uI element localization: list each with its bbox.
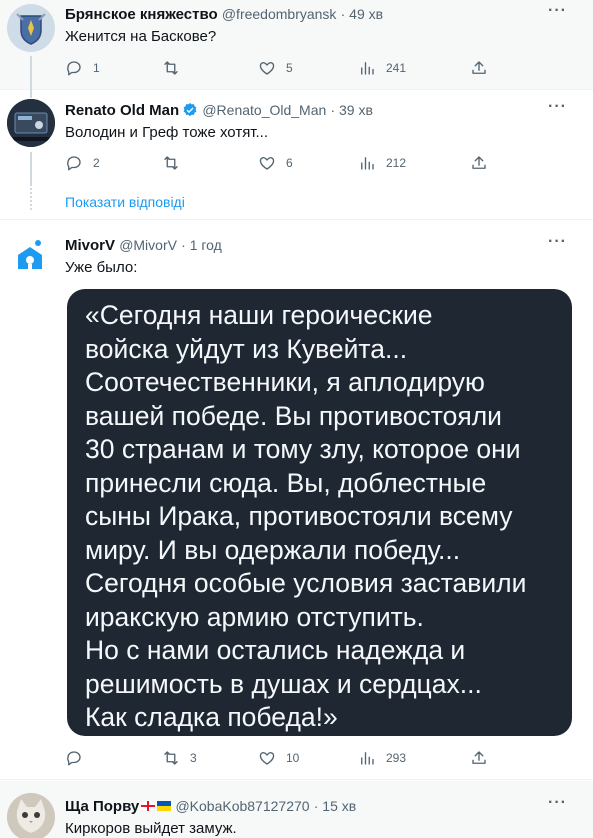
retweet-button[interactable] [162,154,190,172]
quote-image[interactable]: «Сегодня наши героические войска уйдут и… [67,289,572,736]
retweet-button[interactable] [162,59,190,77]
thread-line [30,90,32,98]
coat-of-arms-icon [7,4,55,52]
tweet-text: Киркоров выйдет замуж. [65,820,237,837]
timestamp[interactable]: · 39 хв [330,102,372,118]
heart-icon [259,62,275,75]
thread-line [30,152,32,186]
reply-button[interactable] [65,749,93,767]
avatar[interactable] [7,99,55,147]
thread-line [30,56,32,90]
share-icon [472,156,486,169]
tweet-actions: 2 6 212 [65,154,505,174]
like-count: 6 [286,156,293,170]
tweet-text: Володин и Греф тоже хотят... [65,124,269,141]
tweet[interactable]: Ща Порву @KobaKob87127270 · 15 хв ··· Ки… [0,781,593,838]
retweet-icon [164,61,178,75]
author-handle[interactable]: @MivorV [119,237,177,253]
author-handle[interactable]: @Renato_Old_Man [202,102,326,118]
home-logo-icon [18,240,42,269]
tweet-header: Брянское княжество @freedombryansk · 49 … [65,4,383,25]
device-photo-icon [7,99,55,147]
tweet-header: Ща Порву @KobaKob87127270 · 15 хв [65,796,356,817]
like-count: 5 [286,61,293,75]
more-options-button[interactable]: ··· [548,98,567,116]
author-name[interactable]: Ща Порву [65,798,139,815]
retweet-icon [164,156,178,170]
reply-button[interactable]: 1 [65,59,100,77]
avatar[interactable] [10,235,58,283]
like-button[interactable]: 10 [258,749,299,767]
views-button[interactable]: 293 [358,749,406,767]
author-name[interactable]: MivorV [65,237,115,254]
views-count: 293 [386,751,407,765]
share-button[interactable] [470,59,498,77]
retweet-icon [164,751,178,765]
author-handle[interactable]: @freedombryansk [222,6,337,22]
author-name[interactable]: Renato Old Man [65,102,179,119]
show-replies-link[interactable]: Показати відповіді [65,194,185,210]
quote-image-text: «Сегодня наши героические войска уйдут и… [85,300,527,732]
like-count: 10 [286,751,300,765]
retweet-count: 3 [190,751,197,765]
timestamp[interactable]: · 15 хв [314,798,356,814]
views-button[interactable]: 241 [358,59,406,77]
avatar[interactable] [7,793,55,838]
heart-icon [259,157,275,170]
verified-badge-icon [183,103,197,117]
ukraine-flag-icon [157,801,172,811]
cat-photo-icon [7,793,55,838]
timestamp[interactable]: · 1 год [181,237,222,253]
retweet-button[interactable]: 3 [162,749,197,767]
like-button[interactable]: 5 [258,59,293,77]
author-handle[interactable]: @KobaKob87127270 [175,798,309,814]
views-button[interactable]: 212 [358,154,406,172]
more-options-button[interactable]: ··· [548,233,567,251]
tweet-text: Женится на Баскове? [65,28,217,45]
reply-icon [67,751,81,766]
more-options-button[interactable]: ··· [548,2,567,20]
tweet-header: MivorV @MivorV · 1 год [65,235,222,256]
tweet-text: Уже было: [65,259,138,276]
reply-icon [67,61,81,76]
analytics-icon [361,752,374,765]
views-count: 241 [386,61,407,75]
share-icon [472,751,486,764]
analytics-icon [361,157,374,170]
reply-count: 1 [93,61,100,75]
georgia-flag-icon [141,801,156,811]
reply-icon [67,156,81,171]
like-button[interactable]: 6 [258,154,293,172]
reply-button[interactable]: 2 [65,154,100,172]
timestamp[interactable]: · 49 хв [341,6,383,22]
tweet[interactable]: Renato Old Man @Renato_Old_Man · 39 хв ·… [0,90,593,220]
share-button[interactable] [470,749,498,767]
thread-dots [30,188,32,210]
author-name[interactable]: Брянское княжество [65,6,218,23]
analytics-icon [361,62,374,75]
tweet-actions: 1 5 241 [65,59,505,79]
tweet[interactable]: MivorV @MivorV · 1 год ··· Уже было: «Се… [0,221,593,780]
tweet-actions: 3 10 293 [65,749,505,769]
share-button[interactable] [470,154,498,172]
more-options-button[interactable]: ··· [548,794,567,812]
reply-count: 2 [93,156,100,170]
tweet-header: Renato Old Man @Renato_Old_Man · 39 хв [65,100,373,121]
heart-icon [259,752,275,765]
avatar[interactable] [7,4,55,52]
views-count: 212 [386,156,407,170]
tweet[interactable]: Брянское княжество @freedombryansk · 49 … [0,0,593,90]
share-icon [472,61,486,74]
